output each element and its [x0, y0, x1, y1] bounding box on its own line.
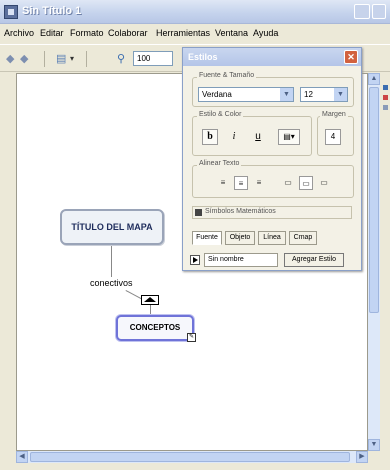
zoom-icon[interactable]: ⚲: [117, 52, 125, 65]
tab-linea[interactable]: Línea: [258, 231, 286, 245]
align-group-label: Alinear Texto: [197, 160, 242, 167]
chevron-down-icon[interactable]: ▾: [70, 54, 74, 63]
style-color-group: Estilo & Color b i u ▤▾: [192, 111, 312, 156]
play-icon[interactable]: [190, 255, 200, 265]
font-family-select[interactable]: Verdana ▼: [198, 87, 294, 102]
partial-icon: [383, 85, 388, 90]
menu-ayuda[interactable]: Ayuda: [253, 28, 278, 38]
maximize-button[interactable]: [372, 4, 386, 19]
menu-archivo[interactable]: Archivo: [4, 28, 34, 38]
align-right-icon[interactable]: ≡: [252, 176, 266, 190]
expand-icon: [195, 209, 202, 216]
menu-herramientas[interactable]: Herramientas: [156, 28, 210, 38]
view-icon[interactable]: ▤: [56, 52, 66, 65]
scroll-right-icon[interactable]: ▶: [356, 451, 368, 463]
partial-icon: [383, 105, 388, 110]
valign-middle-icon[interactable]: ▭: [299, 176, 313, 190]
app-icon: [4, 5, 18, 19]
align-left-icon[interactable]: ≡: [216, 176, 230, 190]
scroll-down-icon[interactable]: ▼: [368, 439, 380, 451]
font-family-value: Verdana: [202, 90, 232, 99]
zoom-input[interactable]: 100: [133, 51, 173, 66]
font-size-value: 12: [304, 90, 313, 99]
valign-top-icon[interactable]: ▭: [281, 176, 295, 190]
window-title: Sin Título 1: [22, 5, 82, 17]
menu-ventana[interactable]: Ventana: [215, 28, 248, 38]
tab-objeto[interactable]: Objeto: [225, 231, 255, 245]
math-symbols-toggle[interactable]: Símbolos Matemáticos: [192, 206, 352, 219]
margin-group-label: Margen: [320, 111, 348, 118]
menu-formato[interactable]: Formato: [70, 28, 104, 38]
panel-titlebar[interactable]: Estilos ✕: [183, 48, 361, 66]
bold-icon[interactable]: b: [202, 129, 218, 145]
main-window: Sin Título 1 Archivo Editar Formato Cola…: [0, 0, 390, 470]
chevron-down-icon[interactable]: ▼: [334, 88, 347, 101]
title-node[interactable]: TÍTULO DEL MAPA: [60, 209, 164, 245]
horizontal-scrollbar[interactable]: ◀ ▶: [16, 451, 368, 463]
close-icon[interactable]: ✕: [344, 50, 358, 64]
window-titlebar[interactable]: Sin Título 1: [0, 0, 390, 24]
concept-node[interactable]: CONCEPTOS: [116, 315, 194, 341]
horizontal-scroll-thumb[interactable]: [30, 452, 350, 462]
math-symbols-label: Símbolos Matemáticos: [205, 208, 276, 215]
underline-icon[interactable]: u: [250, 129, 266, 145]
align-group: Alinear Texto ≡ ≡ ≡ ▭ ▭ ▭: [192, 160, 354, 198]
style-color-group-label: Estilo & Color: [197, 111, 244, 118]
vertical-scroll-thumb[interactable]: [369, 87, 379, 313]
toolbar-separator: [86, 51, 87, 67]
link-arrow-icon[interactable]: [141, 295, 159, 305]
right-window-edge: [381, 73, 390, 463]
tab-cmap[interactable]: Cmap: [289, 231, 317, 245]
scroll-left-icon[interactable]: ◀: [16, 451, 28, 463]
scroll-up-icon[interactable]: ▲: [368, 73, 380, 85]
valign-bottom-icon[interactable]: ▭: [317, 176, 331, 190]
forward-icon[interactable]: ◆: [20, 52, 28, 65]
styles-panel: Estilos ✕ Fuente & Tamaño Verdana ▼ 12 ▼…: [182, 47, 362, 271]
toolbar-separator: [44, 51, 45, 67]
panel-title: Estilos: [188, 52, 218, 62]
italic-icon[interactable]: i: [226, 129, 242, 145]
menu-editar[interactable]: Editar: [40, 28, 64, 38]
resize-handle-icon[interactable]: ✎: [187, 333, 196, 342]
margin-group: Margen 4: [317, 111, 354, 156]
chevron-down-icon[interactable]: ▼: [280, 88, 293, 101]
link-line-top: [111, 245, 112, 277]
vertical-scrollbar[interactable]: ▲ ▼: [368, 73, 380, 451]
margin-input[interactable]: 4: [325, 129, 341, 145]
back-icon[interactable]: ◆: [6, 52, 14, 65]
minimize-button[interactable]: [354, 4, 370, 19]
font-size-select[interactable]: 12 ▼: [300, 87, 348, 102]
style-name-row: Sin nombre Agregar Estilo: [190, 253, 356, 267]
connector-label[interactable]: conectivos: [90, 278, 133, 288]
partial-icon: [383, 95, 388, 100]
align-center-icon[interactable]: ≡: [234, 176, 248, 190]
tab-fuente[interactable]: Fuente: [192, 231, 222, 245]
menu-bar: Archivo Editar Formato Colaborar Herrami…: [0, 25, 390, 42]
font-group: Fuente & Tamaño Verdana ▼ 12 ▼: [192, 72, 354, 107]
style-name-field[interactable]: Sin nombre: [204, 253, 278, 267]
add-style-button[interactable]: Agregar Estilo: [284, 253, 344, 267]
font-group-label: Fuente & Tamaño: [197, 72, 257, 79]
color-icon[interactable]: ▤▾: [278, 129, 300, 145]
menu-colaborar[interactable]: Colaborar: [108, 28, 148, 38]
